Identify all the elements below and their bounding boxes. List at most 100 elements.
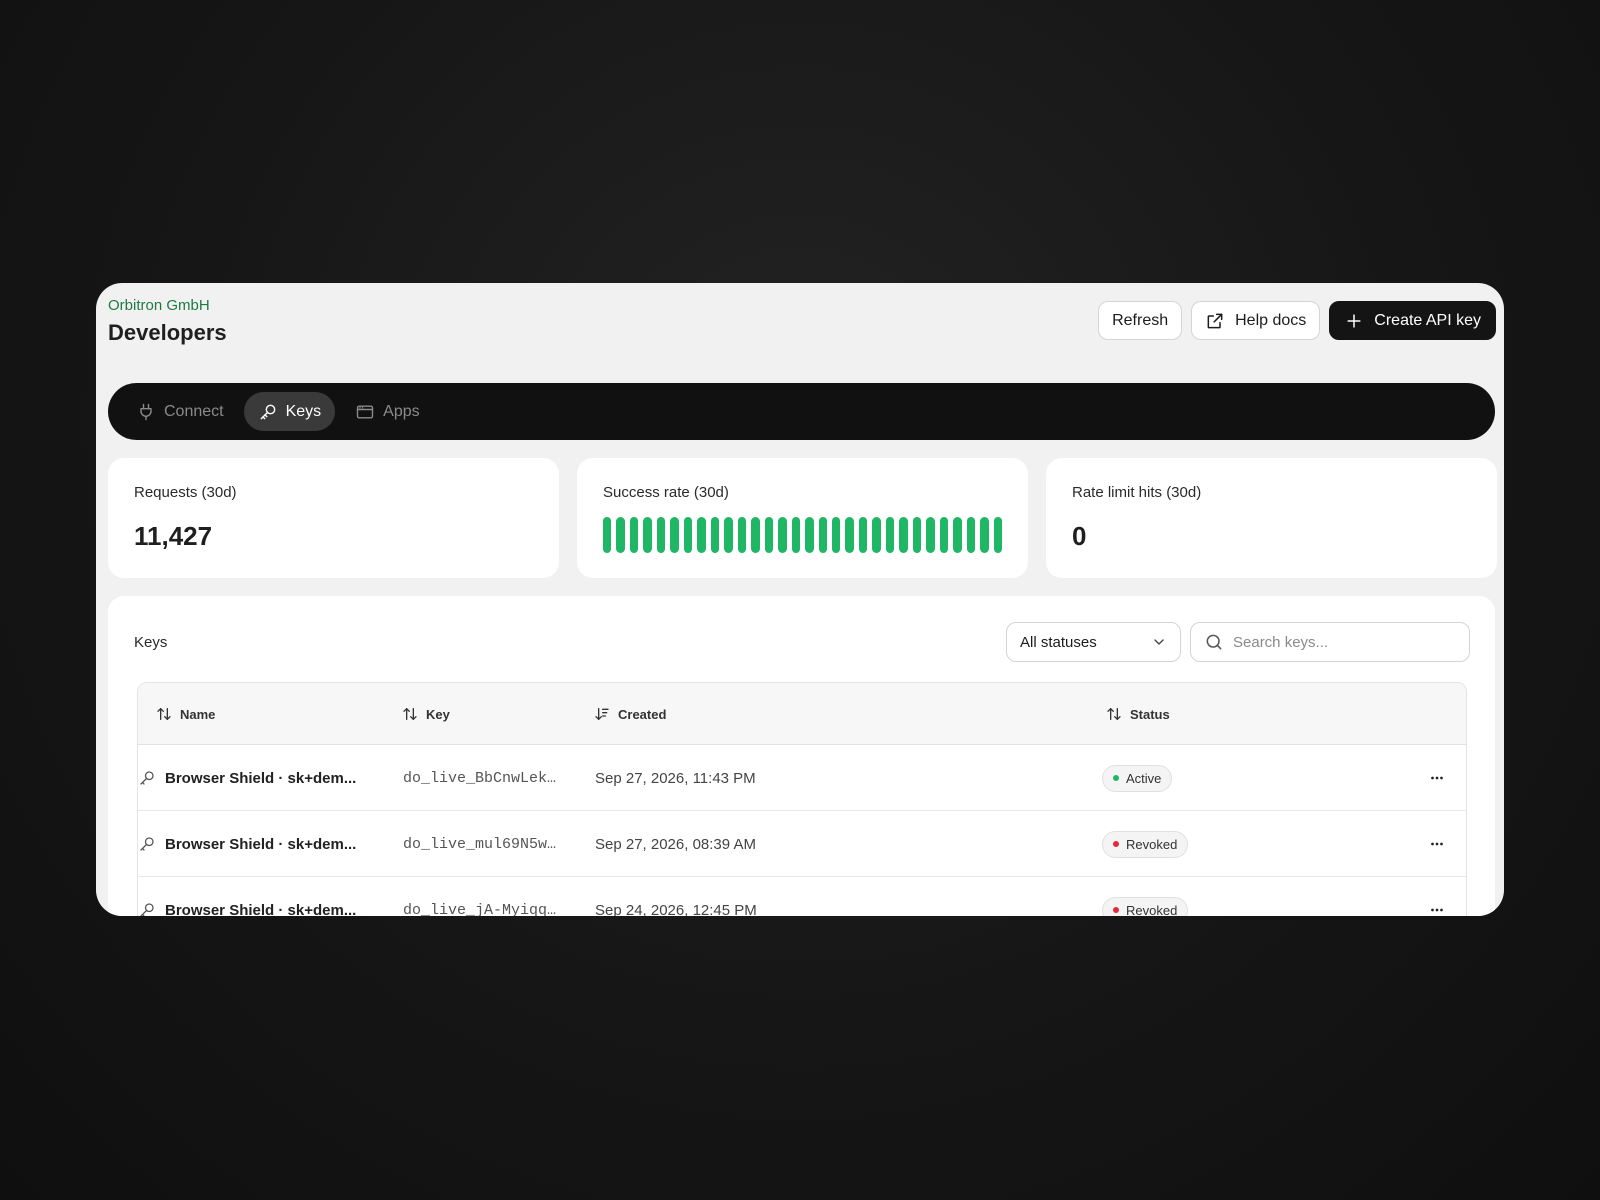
developers-window: Orbitron GmbH Developers Refresh Help do… [96,283,1504,916]
key-icon [140,771,154,785]
status-filter-value: All statuses [1020,633,1097,651]
tab-apps[interactable]: Apps [341,392,433,431]
column-key-label: Key [426,706,450,722]
section-nav: Connect Keys Apps [108,383,1495,440]
key-created: Sep 24, 2026, 12:45 PM [595,901,757,917]
plus-icon [1347,313,1361,328]
search-input[interactable] [1233,633,1453,651]
success-rate-bar [926,517,935,553]
success-rate-bar [899,517,908,553]
rate-limit-value: 0 [1072,521,1087,551]
sort-descending-icon [595,708,609,720]
help-docs-label: Help docs [1235,311,1307,329]
success-rate-label: Success rate (30d) [603,484,729,501]
app-window-icon [356,404,374,419]
success-rate-bar [629,517,639,553]
key-value: do_live_jA-Myiqq… [403,901,557,917]
sort-icon [403,708,417,720]
success-rate-bar [697,517,706,553]
success-rate-bar [643,517,652,553]
key-status-cell: Active [1102,745,1173,811]
success-rate-bar [710,517,720,553]
table-row[interactable]: Browser Shield · sk+dem... do_live_jA-My… [138,877,1466,916]
page-header: Orbitron GmbH Developers [108,297,227,346]
key-icon [140,903,154,916]
success-rate-bars [603,517,1003,553]
success-rate-bar [912,517,922,553]
rate-limit-label: Rate limit hits (30d) [1072,484,1202,501]
status-dot [1113,775,1119,781]
success-rate-bar [845,517,854,553]
column-status-label: Status [1130,706,1170,722]
table-row[interactable]: Browser Shield · sk+dem... do_live_BbCnw… [138,745,1466,811]
plug-icon [140,403,152,420]
status-filter-select[interactable]: All statuses [1006,622,1181,662]
success-rate-bar [778,517,787,553]
column-created-label: Created [618,706,667,722]
requests-label: Requests (30d) [134,484,237,501]
status-dot [1113,907,1119,913]
table-header: Name Key Created Status [138,683,1466,745]
success-rate-bar [751,517,760,553]
row-actions-button[interactable] [1428,877,1446,916]
stats-row: Requests (30d) 11,427 Success rate (30d)… [108,458,1497,578]
status-dot [1113,841,1119,847]
tab-connect-label: Connect [164,402,224,420]
key-name: Browser Shield · sk+dem... [165,835,357,853]
success-rate-bar [872,517,881,553]
column-name-label: Name [180,706,216,722]
success-rate-bar [683,517,693,553]
column-header-name[interactable]: Name [156,683,215,745]
sort-icon [1107,708,1121,720]
success-rate-bar [764,517,774,553]
success-rate-bar [831,517,841,553]
table-row[interactable]: Browser Shield · sk+dem... do_live_mul69… [138,811,1466,877]
success-rate-bar [966,517,976,553]
key-name-cell: Browser Shield · sk+dem... [138,877,356,916]
status-badge: Active [1102,764,1173,792]
key-value: do_live_mul69N5w… [403,835,557,853]
org-name[interactable]: Orbitron GmbH [108,297,227,314]
success-rate-bar [993,517,1003,553]
tab-apps-label: Apps [383,402,420,420]
create-api-key-label: Create API key [1374,311,1481,329]
help-docs-button[interactable]: Help docs [1191,301,1321,340]
key-icon [260,404,275,419]
create-api-key-button[interactable]: Create API key [1329,301,1496,340]
success-rate-bar [953,517,962,553]
success-rate-card: Success rate (30d) [577,458,1028,578]
column-header-created[interactable]: Created [594,683,666,745]
keys-table: Name Key Created Status Browser Shield ·… [137,682,1467,916]
key-name-cell: Browser Shield · sk+dem... [138,745,356,811]
success-rate-bar [670,517,679,553]
key-name: Browser Shield · sk+dem... [165,769,357,787]
rate-limit-card: Rate limit hits (30d) 0 [1046,458,1497,578]
key-name-cell: Browser Shield · sk+dem... [138,811,356,877]
header-actions: Refresh Help docs Create API key [1098,301,1496,340]
column-header-status[interactable]: Status [1106,683,1170,745]
key-icon [140,837,154,851]
tab-keys-label: Keys [285,402,322,420]
refresh-button-label: Refresh [1112,311,1169,329]
search-box [1190,622,1470,662]
tab-connect[interactable]: Connect [122,392,238,431]
column-header-key[interactable]: Key [402,683,450,745]
key-created: Sep 27, 2026, 08:39 AM [595,835,756,853]
external-link-icon [1207,313,1223,328]
row-actions-button[interactable] [1428,745,1446,811]
tab-keys[interactable]: Keys [243,392,336,431]
success-rate-bar [656,517,666,553]
row-actions-button[interactable] [1428,811,1446,877]
more-horizontal-icon [1431,776,1443,780]
page-title: Developers [108,320,227,345]
key-created: Sep 27, 2026, 11:43 PM [595,769,756,787]
success-rate-bar [858,517,868,553]
success-rate-bar [791,517,801,553]
status-label: Revoked [1126,836,1178,852]
chevron-down-icon [1154,639,1164,645]
success-rate-bar [603,517,612,553]
status-badge: Revoked [1102,896,1189,916]
success-rate-bar [616,517,625,553]
refresh-button[interactable]: Refresh [1098,301,1183,340]
status-badge: Revoked [1102,830,1189,858]
